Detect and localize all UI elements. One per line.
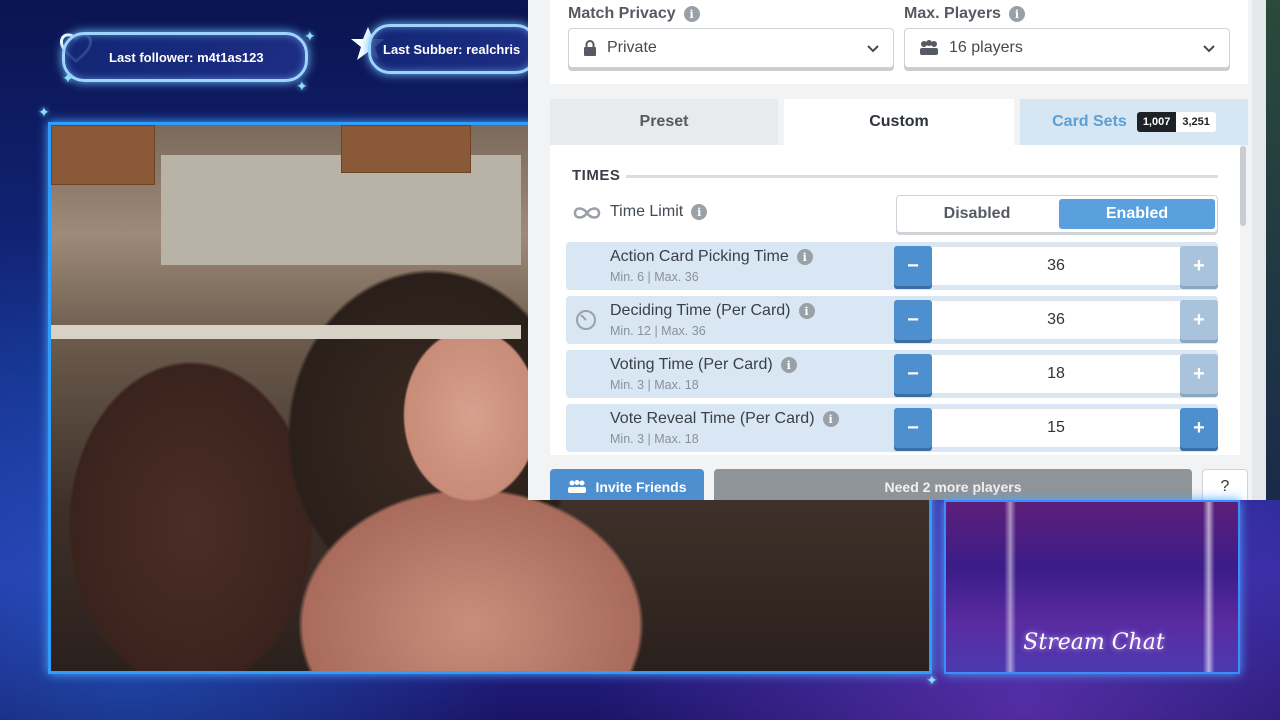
max-players-label: Max. Players i xyxy=(904,5,1025,23)
users-icon xyxy=(920,40,938,55)
vote-reveal-stepper: − 15 + xyxy=(894,408,1218,448)
decrement-button[interactable]: − xyxy=(894,354,932,394)
match-privacy-label: Match Privacy i xyxy=(568,5,700,23)
infinity-icon xyxy=(573,207,601,219)
last-subber-text: Last Subber: realchris xyxy=(383,41,521,57)
toggle-disabled-option[interactable]: Disabled xyxy=(900,199,1054,229)
game-settings-panel: Match Privacy i Private Max. Players i 1… xyxy=(528,0,1266,500)
sparkle-icon: ✦ xyxy=(296,78,308,94)
time-limit-toggle: Disabled Enabled xyxy=(896,195,1218,233)
info-icon[interactable]: i xyxy=(796,249,813,265)
sparkle-icon: ✦ xyxy=(38,104,50,120)
need-players-button[interactable]: Need 2 more players xyxy=(714,469,1192,500)
settings-scrollbar[interactable] xyxy=(1240,146,1246,226)
tab-preset[interactable]: Preset xyxy=(550,99,778,145)
help-button[interactable]: ? xyxy=(1202,469,1248,500)
time-row-name: Voting Time (Per Card) i xyxy=(610,356,797,374)
card-sets-total-badge: 3,251 xyxy=(1176,112,1216,132)
last-subber-alert: Last Subber: realchris xyxy=(368,24,538,74)
kitchen-cabinet xyxy=(341,125,471,173)
users-icon xyxy=(568,480,587,493)
time-row-voting: Voting Time (Per Card) i Min. 3 | Max. 1… xyxy=(566,350,1218,398)
stream-chat-box: Stream Chat xyxy=(944,500,1240,674)
time-row-range: Min. 3 | Max. 18 xyxy=(610,378,699,392)
time-row-name: Deciding Time (Per Card) i xyxy=(610,302,815,320)
action-card-picking-stepper: − 36 + xyxy=(894,246,1218,286)
deciding-time-stepper: − 36 + xyxy=(894,300,1218,340)
stepper-value[interactable]: 36 xyxy=(932,246,1180,286)
invite-friends-button[interactable]: Invite Friends xyxy=(550,469,704,500)
card-sets-count-badge: 1,007 xyxy=(1136,112,1177,132)
tab-card-sets-label: Card Sets xyxy=(1052,113,1127,130)
stepper-value[interactable]: 18 xyxy=(932,354,1180,394)
info-icon[interactable]: i xyxy=(1008,6,1025,22)
section-divider xyxy=(626,175,1218,178)
sparkle-icon: ✦ xyxy=(926,672,938,688)
chevron-down-icon xyxy=(867,45,879,53)
decrement-button[interactable]: − xyxy=(894,246,932,286)
time-row-name: Vote Reveal Time (Per Card) i xyxy=(610,410,839,428)
time-limit-row: Time Limit i Disabled Enabled xyxy=(572,195,1218,235)
info-icon[interactable]: i xyxy=(691,204,708,220)
max-players-select[interactable]: 16 players xyxy=(904,28,1230,68)
time-row-range: Min. 12 | Max. 36 xyxy=(610,324,706,338)
time-row-range: Min. 6 | Max. 36 xyxy=(610,270,699,284)
time-row-vote-reveal: Vote Reveal Time (Per Card) i Min. 3 | M… xyxy=(566,404,1218,452)
tab-card-sets[interactable]: Card Sets 1,007 3,251 xyxy=(1020,99,1248,145)
voting-time-stepper: − 18 + xyxy=(894,354,1218,394)
lobby-action-bar: Invite Friends Need 2 more players ? xyxy=(550,469,1248,500)
timer-icon xyxy=(576,310,596,330)
custom-settings-content: TIMES Time Limit i Disabled Enabled Acti… xyxy=(550,145,1240,455)
stepper-value[interactable]: 15 xyxy=(932,408,1180,448)
match-privacy-select[interactable]: Private xyxy=(568,28,894,68)
increment-button[interactable]: + xyxy=(1180,300,1218,340)
match-settings-card: Match Privacy i Private Max. Players i 1… xyxy=(550,0,1248,84)
info-icon[interactable]: i xyxy=(683,6,700,22)
sparkle-icon: ✦ xyxy=(304,28,316,44)
lock-icon xyxy=(584,40,596,56)
increment-button[interactable]: + xyxy=(1180,354,1218,394)
section-title-times: TIMES xyxy=(572,167,621,184)
increment-button[interactable]: + xyxy=(1180,408,1218,448)
info-icon[interactable]: i xyxy=(822,411,839,427)
last-follower-text: Last follower: m4t1as123 xyxy=(109,49,264,65)
sparkle-icon: ✦ xyxy=(62,70,74,86)
last-follower-alert: Last follower: m4t1as123 xyxy=(62,32,308,82)
kitchen-counter xyxy=(51,325,521,339)
background-strip xyxy=(1266,0,1280,500)
chevron-down-icon xyxy=(1203,45,1215,53)
toggle-enabled-option[interactable]: Enabled xyxy=(1059,199,1215,229)
time-row-action-card-picking: Action Card Picking Time i Min. 6 | Max.… xyxy=(566,242,1218,290)
decrement-button[interactable]: − xyxy=(894,408,932,448)
time-row-deciding: Deciding Time (Per Card) i Min. 12 | Max… xyxy=(566,296,1218,344)
decrement-button[interactable]: − xyxy=(894,300,932,340)
tab-custom[interactable]: Custom xyxy=(784,99,1014,145)
info-icon[interactable]: i xyxy=(798,303,815,319)
stream-chat-title: Stream Chat xyxy=(1023,630,1165,655)
time-limit-label: Time Limit i xyxy=(610,203,708,221)
max-players-value: 16 players xyxy=(949,39,1023,56)
increment-button[interactable]: + xyxy=(1180,246,1218,286)
info-icon[interactable]: i xyxy=(780,357,797,373)
match-privacy-value: Private xyxy=(607,39,657,56)
settings-tabs: Preset Custom Card Sets 1,007 3,251 xyxy=(550,99,1248,145)
kitchen-cabinet xyxy=(51,125,155,185)
time-row-name: Action Card Picking Time i xyxy=(610,248,813,266)
time-row-range: Min. 3 | Max. 18 xyxy=(610,432,699,446)
stepper-value[interactable]: 36 xyxy=(932,300,1180,340)
